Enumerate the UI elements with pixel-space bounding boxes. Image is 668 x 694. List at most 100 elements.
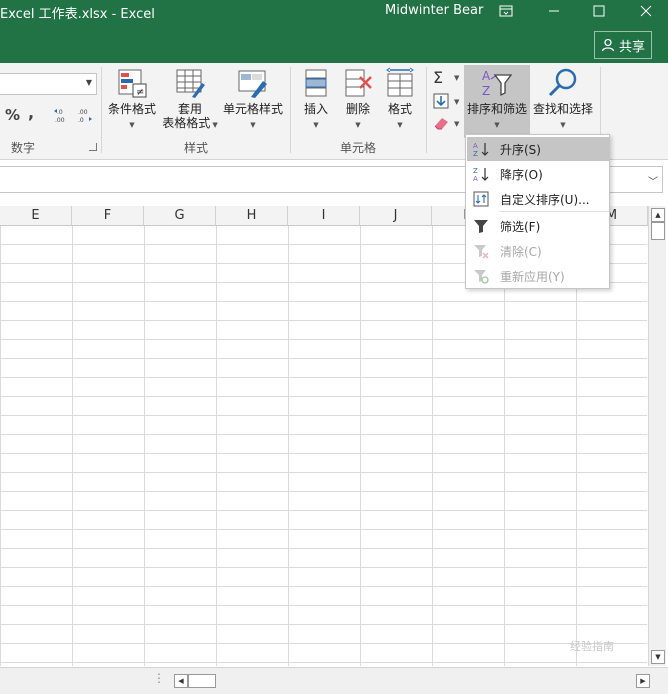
svg-text:▼: ▼ <box>454 120 460 128</box>
close-icon <box>640 5 652 17</box>
maximize-icon <box>593 5 605 17</box>
horizontal-scroll-thumb[interactable] <box>188 674 216 688</box>
delete-button[interactable]: 删除 ▼ <box>338 67 378 132</box>
excel-window: Excel 工作表.xlsx - Excel Midwinter Bear 共享… <box>0 0 668 694</box>
conditional-formatting-icon: ≠ <box>118 69 147 98</box>
menu-item-filter[interactable]: 筛选(F) <box>467 214 609 238</box>
scroll-up-button[interactable]: ▲ <box>651 208 665 222</box>
clear-filter-icon <box>474 245 489 259</box>
chevron-down-icon: ▼ <box>355 121 361 129</box>
insert-label: 插入 <box>303 102 328 116</box>
find-select-button[interactable]: 查找和选择 ▼ <box>530 67 596 132</box>
eraser-icon: ▼ <box>434 118 460 130</box>
clear-button[interactable]: ▼ <box>432 114 462 132</box>
menu-item-label: 重新应用(Y) <box>500 270 565 284</box>
vertical-scrollbar[interactable]: ▲ ▼ <box>648 206 666 666</box>
column-header-g[interactable]: G <box>144 206 216 226</box>
sort-filter-icon: A Z <box>482 69 513 98</box>
svg-text:Σ: Σ <box>433 68 443 86</box>
share-button[interactable]: 共享 <box>594 31 652 59</box>
menu-separator <box>499 211 609 212</box>
chevron-down-icon: ▼ <box>313 121 319 129</box>
sort-descending-icon: Z A <box>473 167 489 182</box>
find-select-label: 查找和选择 <box>532 102 593 116</box>
minimize-button[interactable] <box>536 0 572 22</box>
person-icon <box>601 38 615 52</box>
delete-cells-icon <box>345 69 372 97</box>
menu-item-sort-descending[interactable]: Z A 降序(O) <box>467 162 609 186</box>
window-title: Excel 工作表.xlsx - Excel <box>0 7 155 22</box>
decrease-decimal-button[interactable]: .00 .0 <box>76 107 94 125</box>
autosum-button[interactable]: Σ ▼ <box>432 68 462 87</box>
menu-item-label: 降序(O) <box>500 168 543 182</box>
reapply-filter-icon <box>474 270 489 284</box>
increase-decimal-button[interactable]: .0 .00 <box>53 107 71 125</box>
cells-group-label: 单元格 <box>339 141 376 155</box>
sort-ascending-icon: A Z <box>473 142 489 157</box>
chevron-down-icon: ▼ <box>129 121 135 129</box>
ribbon-display-icon <box>499 5 513 17</box>
chevron-down-icon: ▼ <box>494 121 500 129</box>
column-header-i[interactable]: I <box>288 206 360 226</box>
column-header-e[interactable]: E <box>0 206 72 226</box>
svg-text:A: A <box>473 142 478 150</box>
column-header-h[interactable]: H <box>216 206 288 226</box>
svg-text:.0: .0 <box>57 109 63 116</box>
custom-sort-icon <box>473 191 489 207</box>
group-separator <box>290 67 291 153</box>
watermark: 经验指南 <box>570 640 614 653</box>
chevron-down-icon: ▼ <box>250 121 256 129</box>
menu-item-custom-sort[interactable]: 自定义排序(U)... <box>467 187 609 211</box>
expand-formula-bar-icon[interactable]: ﹀ <box>648 173 658 188</box>
svg-text:Z: Z <box>473 167 478 175</box>
menu-item-sort-ascending[interactable]: A Z 升序(S) <box>467 137 609 161</box>
number-format-dropdown[interactable]: ▼ <box>0 73 97 95</box>
cell-styles-label: 单元格样式 <box>222 102 283 116</box>
maximize-button[interactable] <box>581 0 617 22</box>
menu-item-reapply: 重新应用(Y) <box>467 264 609 288</box>
sigma-icon: Σ ▼ <box>433 68 460 87</box>
increase-decimal-icon: .0 .00 <box>54 109 65 124</box>
vertical-scroll-thumb[interactable] <box>651 222 665 240</box>
format-as-table-button[interactable]: 套用 表格格式 ▼ <box>160 67 220 132</box>
format-as-table-icon <box>176 69 205 98</box>
cell-styles-button[interactable]: 单元格样式 ▼ <box>220 67 286 132</box>
splitter-handle[interactable]: ⋮ <box>153 671 165 685</box>
menu-item-label: 筛选(F) <box>500 220 541 234</box>
group-separator <box>101 67 102 153</box>
user-name[interactable]: Midwinter Bear <box>385 3 483 18</box>
insert-button[interactable]: 插入 ▼ <box>296 67 336 132</box>
format-button[interactable]: 格式 ▼ <box>380 67 420 132</box>
scroll-left-button[interactable]: ◀ <box>174 674 188 688</box>
cell-grid[interactable] <box>0 226 647 666</box>
close-button[interactable] <box>628 0 664 22</box>
chevron-down-icon: ▼ <box>560 121 566 129</box>
format-as-table-label-1: 套用 <box>177 102 202 116</box>
ribbon-display-options-button[interactable] <box>488 0 524 22</box>
scroll-right-button[interactable]: ▶ <box>636 674 650 688</box>
comma-style-button[interactable]: , <box>28 103 34 122</box>
chevron-down-icon: ▼ <box>210 121 218 129</box>
minimize-icon <box>549 10 559 12</box>
number-dialog-launcher[interactable] <box>89 143 97 151</box>
sort-filter-button[interactable]: A Z 排序和筛选 ▼ <box>464 67 530 132</box>
cell-styles-icon <box>238 70 267 98</box>
conditional-formatting-button[interactable]: ≠ 条件格式 ▼ <box>104 67 160 132</box>
title-bar: Excel 工作表.xlsx - Excel Midwinter Bear 共享 <box>0 0 668 63</box>
scroll-down-button[interactable]: ▼ <box>651 650 665 664</box>
menu-item-label: 自定义排序(U)... <box>500 193 590 207</box>
group-separator <box>426 67 427 153</box>
fill-button[interactable]: ▼ <box>432 92 462 110</box>
fill-down-icon: ▼ <box>433 93 460 109</box>
svg-text:.00: .00 <box>78 109 88 116</box>
percent-style-button[interactable]: % <box>5 106 20 124</box>
column-header-j[interactable]: J <box>360 206 432 226</box>
sheet-bottom-bar: ⋮ ◀ ▶ <box>0 667 668 694</box>
format-cells-icon <box>386 67 414 97</box>
sort-filter-menu: A Z 升序(S) Z A 降序(O) 自定义排序(U)... 筛选(F) 清除… <box>465 134 610 289</box>
format-as-table-label-2: 表格格式 <box>162 116 211 130</box>
svg-text:A: A <box>473 175 478 182</box>
svg-text:▼: ▼ <box>454 98 460 106</box>
column-header-f[interactable]: F <box>72 206 144 226</box>
chevron-down-icon: ▼ <box>85 78 92 87</box>
